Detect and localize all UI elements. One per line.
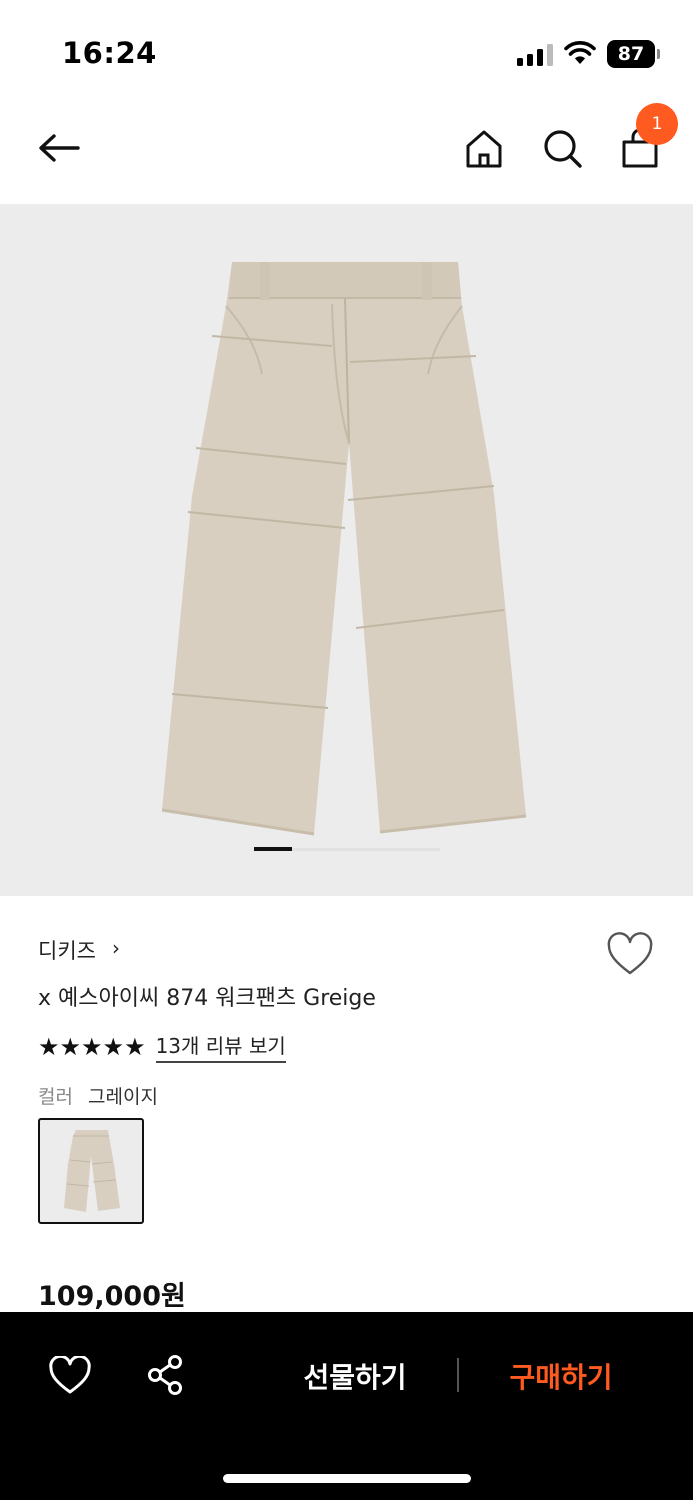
product-name: x 예스아이씨 874 워크팬츠 Greige — [38, 986, 376, 1011]
share-icon[interactable] — [146, 1354, 186, 1396]
color-label: 컬러 — [38, 1086, 73, 1108]
status-time: 16:24 — [62, 36, 157, 70]
carousel-indicator — [254, 847, 440, 851]
wifi-icon — [564, 41, 596, 64]
signal-icon — [517, 44, 553, 66]
price: 109,000원 — [38, 1281, 186, 1312]
back-arrow-icon[interactable] — [34, 126, 84, 170]
heart-icon[interactable] — [605, 932, 655, 978]
carousel-indicator-active — [254, 847, 292, 851]
product-photo — [161, 262, 527, 836]
brand-link[interactable]: 디키즈 — [38, 935, 96, 965]
rating-row: ★★★★★ 13개 리뷰 보기 — [38, 1030, 286, 1063]
color-value: 그레이지 — [88, 1086, 158, 1108]
product-image-carousel[interactable] — [0, 204, 693, 896]
status-bar: 16:24 87 — [0, 0, 693, 100]
cart-count-badge: 1 — [636, 103, 678, 145]
top-nav — [0, 100, 693, 204]
divider — [457, 1358, 459, 1392]
swatch-thumbnail — [64, 1130, 120, 1212]
color-swatch[interactable] — [38, 1118, 144, 1224]
search-icon[interactable] — [540, 126, 584, 170]
chevron-right-icon: › — [112, 936, 120, 960]
review-link[interactable]: 13개 리뷰 보기 — [155, 1030, 286, 1063]
battery-indicator: 87 — [607, 40, 660, 68]
home-icon[interactable] — [462, 126, 506, 170]
bottom-action-bar: 선물하기 구매하기 — [0, 1312, 693, 1500]
buy-button[interactable]: 구매하기 — [486, 1356, 636, 1396]
heart-icon[interactable] — [48, 1356, 92, 1396]
star-rating: ★★★★★ — [38, 1032, 146, 1061]
home-indicator — [223, 1474, 471, 1483]
gift-button[interactable]: 선물하기 — [280, 1356, 430, 1396]
